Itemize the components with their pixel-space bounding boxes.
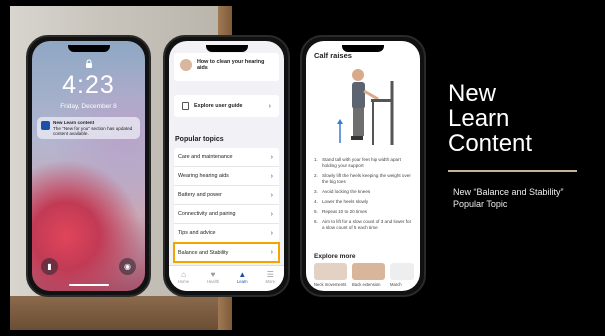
notification-body: The "New for you" section has updated co… xyxy=(53,125,133,137)
hearing-aid-icon xyxy=(180,59,192,71)
tab-learn[interactable]: ▲ Learn xyxy=(237,270,248,284)
thumbnail xyxy=(352,263,385,280)
topic-connectivity[interactable]: Connectivity and pairing › xyxy=(174,205,279,224)
home-icon: ⌂ xyxy=(181,269,186,279)
chevron-right-icon: › xyxy=(270,229,273,237)
page-title: Calf raises xyxy=(314,51,352,60)
flashlight-icon[interactable]: ▮ xyxy=(41,258,58,275)
chevron-right-icon: › xyxy=(268,102,271,110)
steps-list: 1. Stand tall with your feet hip width ap… xyxy=(314,157,414,235)
exercise-illustration xyxy=(306,63,420,151)
phone-lock-screen: 4:23 Friday, December 8 New Learn conten… xyxy=(26,35,151,297)
explore-card-back[interactable]: Back extension xyxy=(352,263,385,287)
heart-icon: ♥ xyxy=(210,269,216,279)
tip-card[interactable]: How to clean your hearing aids xyxy=(174,53,279,81)
floor xyxy=(10,296,232,330)
app-icon xyxy=(41,121,50,130)
chevron-right-icon: › xyxy=(270,172,273,180)
user-guide-label: Explore user guide xyxy=(194,103,243,109)
chevron-right-icon: › xyxy=(270,249,273,256)
topic-tips[interactable]: Tips and advice › xyxy=(174,224,279,243)
notch xyxy=(205,45,248,52)
step-item: 2. Slowly lift the heels keeping the weig… xyxy=(314,172,411,184)
user-guide-card[interactable]: Explore user guide › xyxy=(174,95,279,117)
step-item: 6. Aim to lift for a slow count of 3 and … xyxy=(314,218,412,230)
step-item: 5. Repeat 10 to 20 times xyxy=(314,208,367,214)
tab-home[interactable]: ⌂ Home xyxy=(178,270,189,284)
explore-more-title: Explore more xyxy=(314,253,356,260)
tab-more[interactable]: ☰ More xyxy=(266,270,276,284)
topic-battery[interactable]: Battery and power › xyxy=(174,186,279,205)
notch xyxy=(342,45,384,52)
topic-list: Care and maintenance › Wearing hearing ai… xyxy=(173,148,280,263)
calf-raises-screen: Calf raises 1. Stand tall with your feet … xyxy=(306,41,420,291)
lock-date: Friday, December 8 xyxy=(60,103,117,110)
topic-wearing[interactable]: Wearing hearing aids › xyxy=(174,167,279,186)
lock-time: 4:23 xyxy=(62,71,115,99)
chevron-right-icon: › xyxy=(270,191,273,199)
tip-card-label: How to clean your hearing aids xyxy=(197,59,265,71)
tab-bar: ⌂ Home ♥ Health ▲ Learn ☰ More xyxy=(169,265,284,291)
step-item: 3. Avoid locking the knees xyxy=(314,188,371,194)
chevron-right-icon: › xyxy=(270,153,273,161)
topic-balance[interactable]: Balance and Stability › xyxy=(173,242,280,263)
book-icon xyxy=(182,102,189,110)
graduation-cap-icon: ▲ xyxy=(238,269,247,279)
thumbnail xyxy=(390,263,414,280)
step-item: 4. Lower the heels slowly xyxy=(314,198,369,204)
tab-health[interactable]: ♥ Health xyxy=(207,270,219,284)
chevron-right-icon: › xyxy=(270,210,273,218)
topic-care[interactable]: Care and maintenance › xyxy=(174,148,279,167)
phone-calf-raises: Calf raises 1. Stand tall with your feet … xyxy=(300,35,426,297)
explore-card-neck[interactable]: Neck movements xyxy=(314,263,347,287)
learn-screen: How to clean your hearing aids Explore u… xyxy=(169,41,284,291)
title-divider xyxy=(448,170,577,172)
slide-title: New Learn Content xyxy=(448,80,533,157)
lock-screen: 4:23 Friday, December 8 New Learn conten… xyxy=(32,41,145,291)
menu-icon: ☰ xyxy=(266,269,274,279)
home-indicator xyxy=(68,284,109,286)
explore-more-row: Neck movements Back extension March xyxy=(314,263,416,287)
notch xyxy=(67,45,110,52)
phone-learn-screen: How to clean your hearing aids Explore u… xyxy=(163,35,290,297)
lock-icon xyxy=(85,59,92,68)
slide-subtitle: New “Balance and Stability” Popular Topi… xyxy=(453,187,564,209)
step-item: 1. Stand tall with your feet hip width ap… xyxy=(314,157,401,168)
camera-icon[interactable]: ◉ xyxy=(119,258,136,275)
explore-card-march[interactable]: March xyxy=(390,263,414,287)
popular-topics-title: Popular topics xyxy=(175,136,224,143)
notification[interactable]: New Learn content The "New for you" sect… xyxy=(37,117,140,139)
thumbnail xyxy=(314,263,347,280)
